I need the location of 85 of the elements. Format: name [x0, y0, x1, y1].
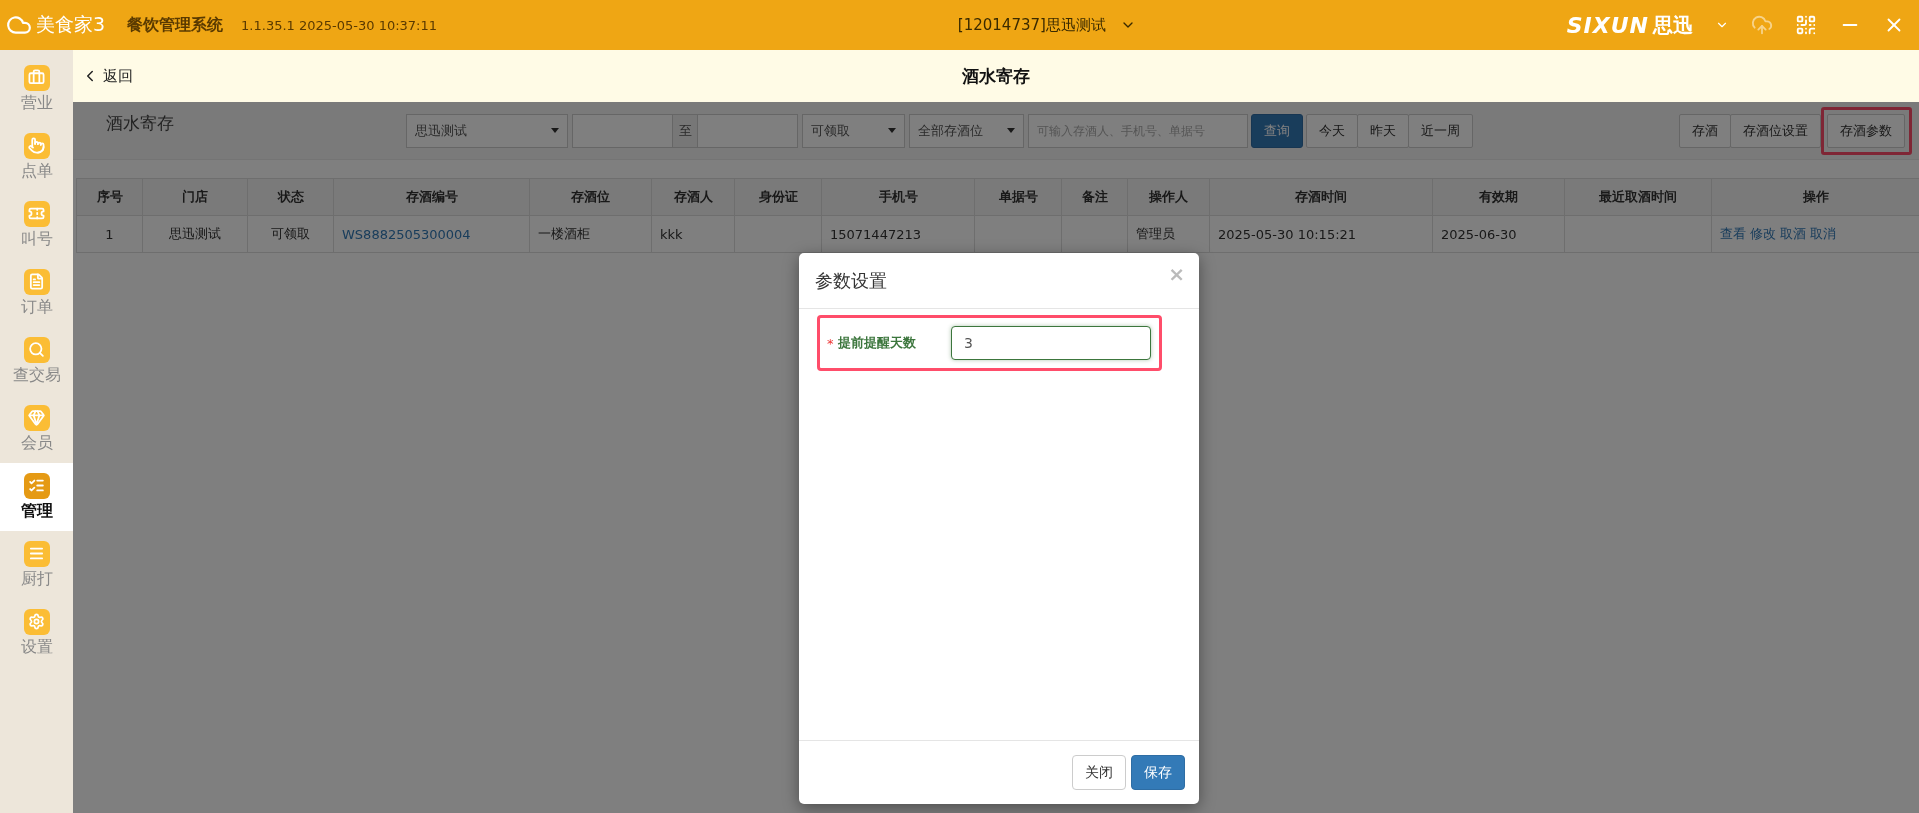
qr-code-icon[interactable] — [1795, 14, 1817, 36]
section-title: 酒水寄存 — [106, 112, 175, 135]
table-cell: 2025-06-30 — [1432, 215, 1565, 253]
system-name: 餐饮管理系统 — [127, 14, 224, 36]
sidebar-item[interactable]: 订单 — [0, 259, 73, 327]
dialog-title: 参数设置 — [815, 268, 887, 293]
settings-icon — [23, 608, 50, 635]
sidebar-item[interactable]: 管理 — [0, 463, 73, 531]
briefcase-icon — [23, 64, 50, 91]
column-header: 存酒时间 — [1209, 178, 1433, 216]
column-header: 存酒人 — [651, 178, 735, 216]
hand-pointer-icon — [23, 132, 50, 159]
ticket-icon — [23, 200, 50, 227]
field-label: 提前提醒天数 — [837, 334, 917, 352]
column-header: 单据号 — [974, 178, 1062, 216]
table-cell: 可领取 — [247, 215, 334, 253]
sidebar-item[interactable]: 叫号 — [0, 191, 73, 259]
brand-logo: SIXUN — [1566, 12, 1649, 38]
save-button[interactable]: 保存 — [1131, 755, 1185, 790]
column-header: 操作人 — [1127, 178, 1210, 216]
sidebar-label: 查交易 — [12, 364, 61, 386]
column-header: 存酒编号 — [333, 178, 530, 216]
column-header: 操作 — [1711, 178, 1919, 216]
date-range-button[interactable]: 今天 — [1306, 113, 1358, 148]
store-select[interactable]: 思迅测试 — [406, 113, 568, 148]
version-text: 1.1.35.1 2025-05-30 10:37:11 — [241, 17, 438, 33]
sidebar-label: 营业 — [20, 92, 53, 114]
menu-icon — [23, 540, 50, 567]
record-link[interactable]: WS8882505300004 — [342, 226, 471, 242]
sidebar-label: 订单 — [20, 296, 53, 318]
action-link[interactable]: 修改 — [1750, 226, 1776, 241]
document-icon — [23, 268, 50, 295]
location-select[interactable]: 全部存酒位 — [909, 113, 1024, 148]
close-dialog-button[interactable]: 关闭 — [1072, 755, 1126, 790]
app-name: 美食家3 — [36, 12, 106, 37]
date-separator: 至 — [673, 113, 697, 148]
sidebar-label: 厨打 — [20, 568, 53, 590]
sidebar-item[interactable]: 设置 — [0, 599, 73, 667]
sidebar-item[interactable]: 营业 — [0, 55, 73, 123]
table-cell: 1 — [76, 215, 143, 253]
sidebar-label: 叫号 — [20, 228, 53, 250]
sidebar-label: 会员 — [20, 432, 53, 454]
table-cell: 2025-05-30 10:15:21 — [1209, 215, 1433, 253]
table-cell: 思迅测试 — [142, 215, 248, 253]
query-button[interactable]: 查询 — [1251, 113, 1303, 148]
toolbar-button[interactable]: 存酒位设置 — [1730, 113, 1821, 148]
brand-logo-cn: 思迅 — [1653, 11, 1693, 39]
number-field[interactable]: 3 — [951, 326, 1151, 360]
column-header: 手机号 — [821, 178, 975, 216]
column-header: 有效期 — [1432, 178, 1565, 216]
table-cell: kkk — [651, 215, 735, 253]
back-link[interactable]: 返回 — [81, 66, 133, 86]
cloud-upload-icon[interactable] — [1751, 14, 1773, 36]
column-header: 序号 — [76, 178, 143, 216]
end-date-field[interactable] — [697, 113, 798, 148]
status-select[interactable]: 可领取 — [802, 113, 905, 148]
table-cell: 管理员 — [1127, 215, 1210, 253]
sidebar-item[interactable]: 查交易 — [0, 327, 73, 395]
table-cell: 15071447213 — [821, 215, 975, 253]
column-header: 门店 — [142, 178, 248, 216]
action-link[interactable]: 查看 — [1720, 226, 1746, 241]
sidebar-item[interactable]: 点单 — [0, 123, 73, 191]
column-header: 存酒位 — [529, 178, 652, 216]
page-title: 酒水寄存 — [962, 64, 1030, 88]
sidebar-item[interactable]: 厨打 — [0, 531, 73, 599]
column-header: 最近取酒时间 — [1564, 178, 1712, 216]
sidebar-label: 点单 — [20, 160, 53, 182]
column-header: 备注 — [1061, 178, 1128, 216]
column-header: 状态 — [247, 178, 334, 216]
column-header: 身份证 — [734, 178, 822, 216]
sidebar-label: 设置 — [20, 636, 53, 658]
action-link[interactable]: 取消 — [1810, 226, 1836, 241]
store-name: [12014737]思迅测试 — [957, 15, 1106, 35]
start-date-field[interactable] — [572, 113, 673, 148]
table-cell — [1061, 215, 1128, 253]
date-range-button[interactable]: 昨天 — [1357, 113, 1409, 148]
toolbar-button[interactable]: 存酒参数 — [1827, 113, 1905, 148]
sidebar-label: 管理 — [20, 500, 53, 522]
close-button[interactable]: × — [1168, 261, 1185, 286]
action-link[interactable]: 取酒 — [1780, 226, 1806, 241]
checklist-icon — [23, 472, 50, 499]
search-icon — [23, 336, 50, 363]
toolbar-button[interactable]: 存酒 — [1679, 113, 1731, 148]
required-mark: * — [827, 335, 834, 351]
sidebar-item[interactable]: 会员 — [0, 395, 73, 463]
